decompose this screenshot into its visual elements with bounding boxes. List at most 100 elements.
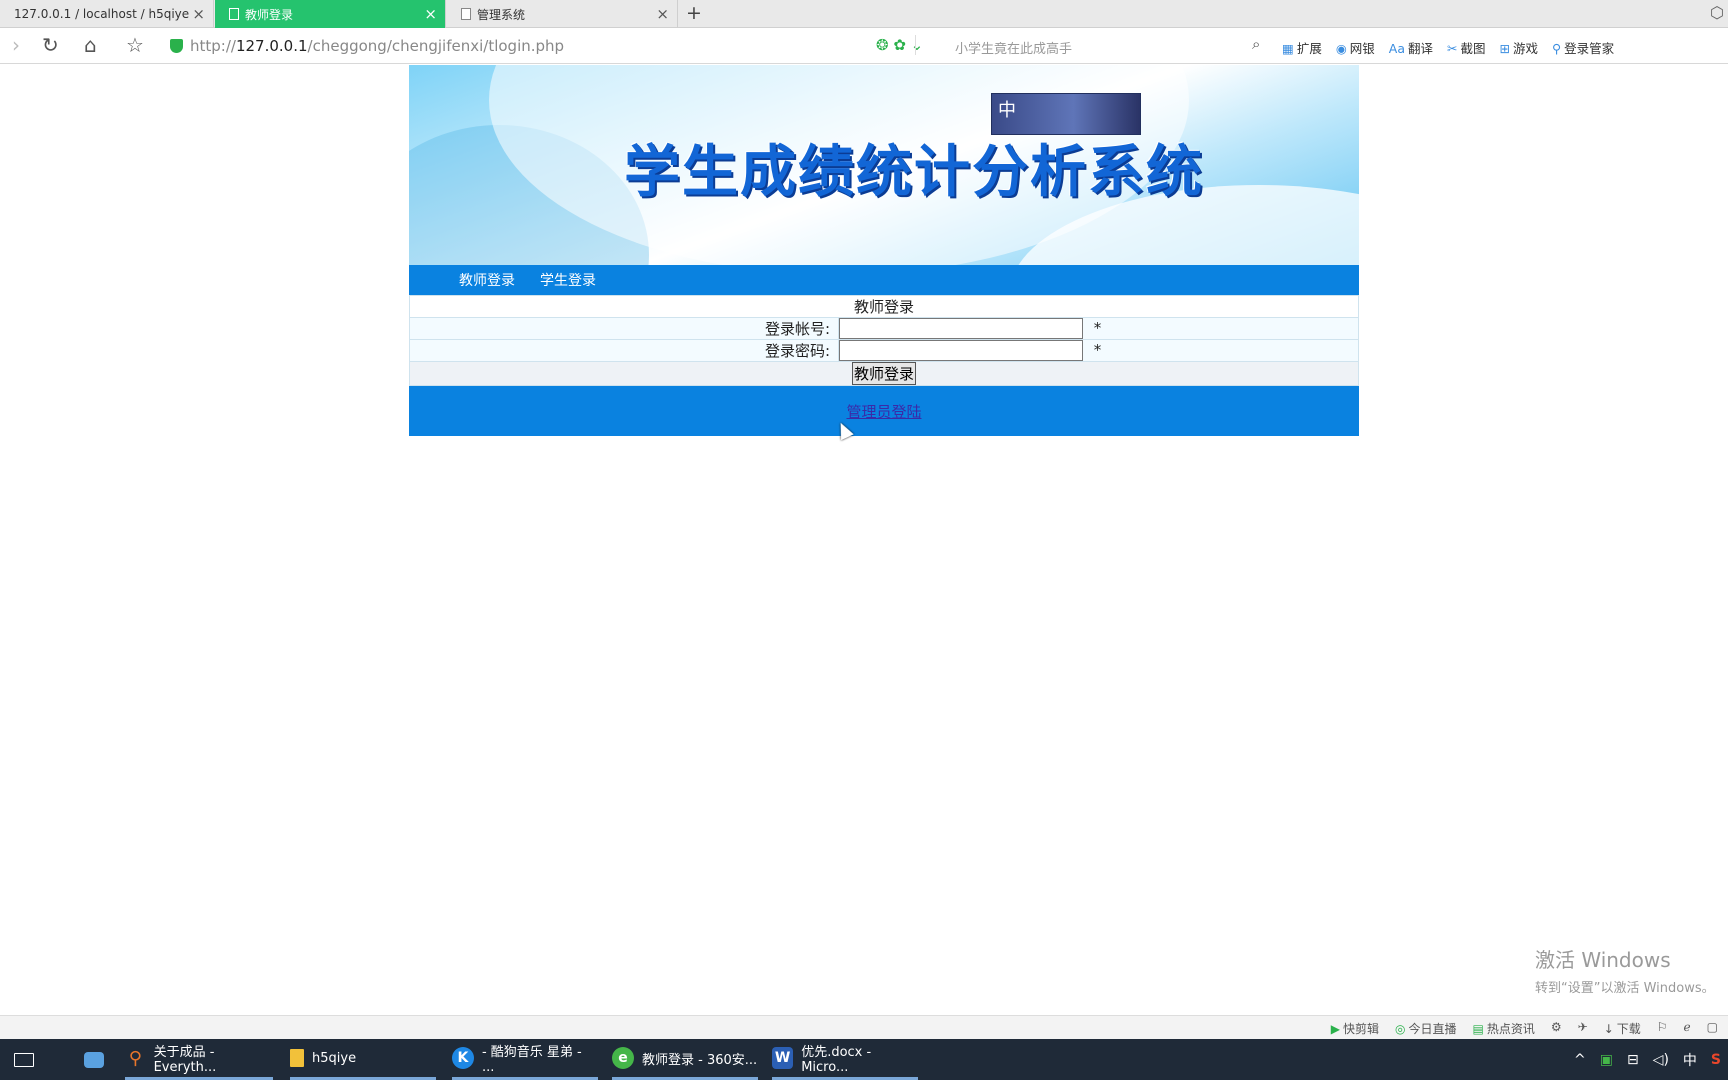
password-input[interactable]	[839, 340, 1083, 361]
tool-label: 游戏	[1512, 41, 1538, 56]
windows-taskbar: ⚲ 关于成品 - Everyth... h5qiye K - 酷狗音乐 星弟 -…	[0, 1039, 1728, 1080]
live-icon: ◎	[1395, 1022, 1406, 1036]
tool-screenshot[interactable]: ✂ 截图	[1447, 38, 1486, 57]
watermark-title: 激活 Windows	[1535, 948, 1671, 972]
footer-bar: 管理员登陆	[409, 386, 1359, 436]
status-pin-icon[interactable]: ✈	[1578, 1020, 1588, 1037]
ime-indicator[interactable]: 中	[1683, 1050, 1697, 1070]
extensions-icon: ▦	[1282, 41, 1294, 56]
folder-icon	[290, 1049, 304, 1067]
tab-title: 管理系统	[477, 7, 526, 22]
home-icon[interactable]: ⌂	[84, 33, 97, 57]
status-accelerate-icon[interactable]: ⚙	[1551, 1020, 1562, 1037]
status-label: 热点资讯	[1486, 1022, 1535, 1036]
tool-login-manager[interactable]: ⚲ 登录管家	[1552, 38, 1614, 57]
addon-icons[interactable]: ❂ ✿ ⌄	[876, 36, 923, 54]
tool-label: 截图	[1460, 41, 1486, 56]
tool-games[interactable]: ⊞ 游戏	[1500, 38, 1539, 57]
word-app-icon: W	[772, 1047, 794, 1069]
games-icon: ⊞	[1499, 41, 1510, 56]
bookmark-star-icon[interactable]: ☆	[126, 33, 144, 57]
password-row: 登录密码: *	[409, 339, 1359, 362]
network-icon[interactable]: ⊟	[1627, 1052, 1639, 1068]
nav-student-login[interactable]: 学生登录	[540, 270, 596, 290]
search-icon[interactable]: ⌕	[1252, 35, 1260, 53]
taskbar-folder[interactable]: h5qiye	[290, 1039, 436, 1080]
screenshot-icon: ✂	[1447, 41, 1458, 56]
taskbar-everything[interactable]: ⚲ 关于成品 - Everyth...	[125, 1039, 273, 1080]
tab-title: 教师登录	[245, 7, 294, 22]
divider	[915, 35, 916, 55]
required-mark: *	[1093, 319, 1102, 337]
close-tab-icon[interactable]: ×	[424, 5, 437, 23]
tab-teacher-login[interactable]: 教师登录 ×	[215, 0, 446, 28]
banking-icon: ◉	[1335, 41, 1347, 56]
sogou-ime-icon[interactable]: S	[1711, 1052, 1721, 1068]
download-icon: ↓	[1603, 1022, 1614, 1036]
tool-label: 网银	[1349, 41, 1375, 56]
taskbar-360-browser[interactable]: e 教师登录 - 360安...	[612, 1039, 758, 1080]
url-scheme: http://	[190, 37, 236, 55]
submit-cell: 教师登录	[409, 361, 1359, 386]
tool-extensions[interactable]: ▦ 扩展	[1282, 38, 1322, 57]
status-label: 下载	[1616, 1022, 1641, 1036]
nav-teacher-login[interactable]: 教师登录	[459, 270, 515, 290]
page-content: 中 学生成绩统计分析系统 教师登录 学生登录 教师登录 登录帐号: * 登录密码…	[409, 65, 1359, 436]
browser-status-bar: ▶ 快剪辑 ◎ 今日直播 ▤ 热点资讯 ⚙ ✈ ↓ 下载 ⚐ ℯ ▢	[0, 1015, 1728, 1039]
search-app-icon: ⚲	[128, 1047, 142, 1069]
url-host: 127.0.0.1	[235, 37, 308, 55]
tab-admin-system[interactable]: 管理系统 ×	[447, 0, 678, 28]
volume-icon[interactable]: ◁)	[1653, 1052, 1669, 1068]
password-cell: *	[838, 339, 1359, 362]
task-view-glyph	[14, 1052, 34, 1067]
new-tab-button[interactable]: +	[686, 2, 702, 24]
taskbar-word[interactable]: W 优先.docx - Micro...	[772, 1039, 918, 1080]
login-manager-icon: ⚲	[1552, 41, 1562, 56]
account-label: 登录帐号:	[409, 317, 839, 340]
status-window-icon[interactable]: ▢	[1707, 1020, 1718, 1037]
browser-tab-bar: 127.0.0.1 / localhost / h5qiye × 教师登录 × …	[0, 0, 1728, 28]
desktop-glyph	[84, 1051, 104, 1068]
reload-icon[interactable]: ↻	[42, 33, 59, 57]
status-news[interactable]: ▤ 热点资讯	[1473, 1020, 1535, 1037]
restore-icon[interactable]: ⬡	[1710, 3, 1724, 22]
tray-app-icon[interactable]: ▣	[1600, 1052, 1613, 1068]
forward-icon[interactable]: ›	[12, 33, 20, 57]
task-view-icon[interactable]	[14, 1039, 42, 1080]
search-input[interactable]: 小学生竟在此成高手	[955, 38, 1072, 57]
news-icon: ▤	[1472, 1022, 1484, 1036]
tool-translate[interactable]: Aa 翻译	[1389, 38, 1433, 57]
taskbar-label: 优先.docx - Micro...	[801, 1045, 872, 1075]
browser-app-icon: e	[612, 1047, 634, 1069]
page-icon	[229, 8, 239, 20]
status-items: ▶ 快剪辑 ◎ 今日直播 ▤ 热点资讯 ⚙ ✈ ↓ 下载 ⚐ ℯ ▢	[1315, 1020, 1718, 1037]
tool-label: 翻译	[1407, 41, 1433, 56]
url-field[interactable]: http://127.0.0.1/cheggong/chengjifenxi/t…	[190, 37, 564, 55]
header-banner: 中 学生成绩统计分析系统	[409, 65, 1359, 265]
taskbar-label: h5qiye	[312, 1050, 357, 1066]
video-icon: ▶	[1330, 1022, 1340, 1036]
close-tab-icon[interactable]: ×	[192, 5, 205, 23]
taskbar-label: 教师登录 - 360安...	[642, 1052, 758, 1068]
admin-login-link[interactable]: 管理员登陆	[846, 401, 921, 422]
status-quick-edit[interactable]: ▶ 快剪辑	[1331, 1020, 1379, 1037]
status-download[interactable]: ↓ 下载	[1604, 1020, 1641, 1037]
tab-title: 127.0.0.1 / localhost / h5qiye	[14, 7, 190, 21]
status-live[interactable]: ◎ 今日直播	[1395, 1020, 1457, 1037]
teacher-login-button[interactable]: 教师登录	[851, 362, 916, 385]
taskbar-kugou[interactable]: K - 酷狗音乐 星弟 - ...	[452, 1039, 598, 1080]
address-bar-row: › ↻ ⌂ ☆ http://127.0.0.1/cheggong/chengj…	[0, 28, 1728, 64]
tab-phpmyadmin[interactable]: 127.0.0.1 / localhost / h5qiye ×	[0, 0, 214, 28]
status-flag-icon[interactable]: ⚐	[1657, 1020, 1668, 1037]
close-tab-icon[interactable]: ×	[656, 5, 669, 23]
system-tray: ^ ▣ ⊟ ◁) 中 S	[1567, 1039, 1728, 1080]
status-ie-icon[interactable]: ℯ	[1684, 1020, 1691, 1037]
desktop-app-icon[interactable]	[84, 1039, 112, 1080]
tray-expand-icon[interactable]: ^	[1574, 1052, 1586, 1068]
tool-banking[interactable]: ◉ 网银	[1336, 38, 1375, 57]
tool-label: 登录管家	[1564, 41, 1615, 56]
required-mark: *	[1093, 341, 1102, 359]
login-form: 教师登录 登录帐号: * 登录密码: * 教师登录	[409, 295, 1359, 386]
taskbar-label: 关于成品 - Everyth...	[153, 1045, 217, 1075]
account-input[interactable]	[839, 318, 1083, 339]
